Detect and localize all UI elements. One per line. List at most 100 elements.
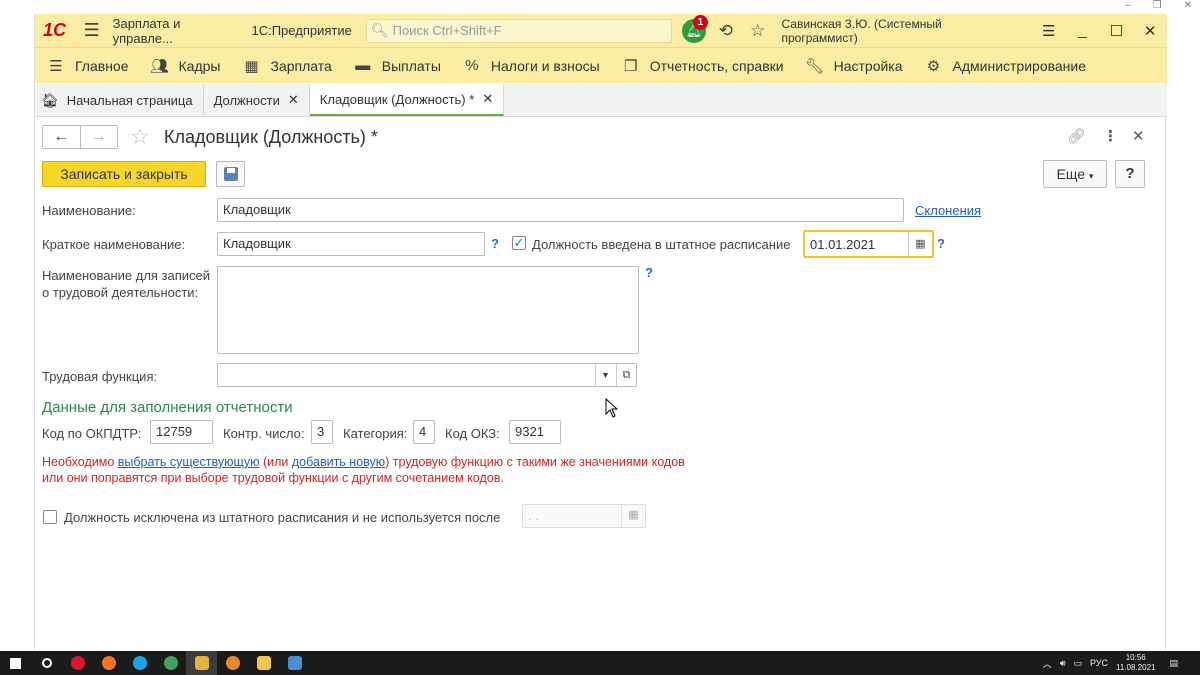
clock-date: 11.08.2021 [1116, 663, 1156, 672]
labor-record-label-line1: Наименование для записей [42, 268, 211, 283]
more-button[interactable]: Еще ▾ [1043, 160, 1107, 188]
clock[interactable]: 10:56 11.08.2021 [1116, 653, 1155, 673]
menu-label: Настройка [833, 57, 903, 74]
app-window: 1С ☰ Зарплата и управле... 1С:Предприяти… [34, 14, 1167, 650]
language-indicator[interactable]: РУС [1090, 658, 1108, 668]
help-button[interactable]: ? [1115, 160, 1145, 188]
warning-text: Необходимо [42, 455, 118, 469]
tab-home[interactable]: 🏠︎ Начальная страница [35, 84, 204, 116]
tab-positions[interactable]: Должности ✕ [204, 84, 310, 116]
platform-name: 1С:Предприятие [251, 23, 352, 38]
firefox-icon[interactable] [93, 651, 124, 675]
volume-icon[interactable]: 🔊︎ [1060, 658, 1066, 669]
short-name-field[interactable]: Кладовщик [217, 232, 485, 256]
current-user[interactable]: Савинская З.Ю. (Системный программист) [781, 17, 1019, 45]
short-name-label: Краткое наименование: [42, 237, 186, 252]
chrome-icon[interactable] [155, 651, 186, 675]
excluded-date-value: . . [528, 508, 539, 523]
section-menu: ☰ Главное 👥︎ Кадры ▦ Зарплата ▬ Выплаты % Нал… [35, 47, 1167, 83]
notifications-center-icon[interactable]: ▤ [1169, 658, 1178, 669]
labor-record-textarea[interactable] [217, 266, 639, 354]
tray-arrow-icon[interactable]: ︿ [1043, 657, 1052, 670]
save-and-close-button[interactable]: Записать и закрыть [42, 161, 206, 187]
hamburger-icon: ☰ [49, 57, 63, 75]
staffing-help-icon[interactable]: ? [937, 236, 945, 251]
staffing-date-field[interactable]: 01.01.2021 ▦ [803, 230, 934, 258]
forward-arrow-icon[interactable]: → [79, 126, 118, 148]
calendar-icon[interactable]: ▦ [621, 505, 645, 527]
search-icon[interactable] [31, 651, 62, 675]
close-window-icon[interactable]: ✕ [1133, 22, 1167, 40]
opera-icon[interactable] [62, 651, 93, 675]
chevron-down-icon: ▾ [1088, 171, 1094, 181]
close-form-icon[interactable]: ✕ [1132, 127, 1145, 145]
gear-icon: ⚙ [926, 57, 941, 75]
save-button[interactable] [216, 161, 245, 187]
select-existing-link[interactable]: выбрать существующую [118, 455, 260, 469]
okpdtr-field[interactable]: 12759 [150, 420, 213, 444]
settings-menu-icon[interactable]: ☰ [1032, 22, 1066, 40]
link-icon[interactable]: 🔗︎ [1067, 127, 1086, 145]
menu-item-main[interactable]: ☰ Главное [35, 48, 139, 84]
menu-item-settings[interactable]: 🔧︎ Настройка [794, 48, 913, 84]
menu-label: Администрирование [952, 57, 1087, 74]
calendar-icon[interactable]: ▦ [908, 232, 932, 256]
short-name-help-icon[interactable]: ? [491, 236, 499, 251]
home-icon: 🏠︎ [41, 91, 59, 108]
file-explorer-icon[interactable] [248, 651, 279, 675]
favorites-star-icon[interactable]: ☆ [742, 21, 774, 41]
outer-restore-icon[interactable]: ❐ [1153, 0, 1162, 11]
excluded-checkbox[interactable] [43, 510, 57, 524]
search-input[interactable]: 🔍︎ Поиск Ctrl+Shift+F [365, 18, 673, 43]
control-number-field[interactable]: 3 [311, 420, 333, 444]
close-tab-icon[interactable]: ✕ [482, 91, 493, 107]
back-arrow-icon[interactable]: ← [43, 126, 80, 148]
menu-item-personnel[interactable]: 👥︎ Кадры [139, 48, 231, 84]
media-app-icon[interactable] [186, 651, 217, 675]
category-label: Категория: [343, 426, 408, 441]
open-item-icon[interactable]: ⧉ [616, 364, 636, 386]
close-tab-icon[interactable]: ✕ [288, 92, 299, 108]
maximize-icon[interactable]: ☐ [1099, 22, 1133, 40]
okz-field[interactable]: 9321 [509, 420, 561, 444]
staffing-date-value: 01.01.2021 [810, 237, 876, 252]
network-icon[interactable]: ▭ [1073, 658, 1082, 669]
add-new-link[interactable]: добавить новую [292, 455, 385, 469]
staffing-label: Должность введена в штатное расписание [532, 237, 791, 252]
labor-record-help-icon[interactable]: ? [645, 265, 653, 280]
labor-function-field[interactable]: ▼ ⧉ [217, 363, 637, 387]
notifications-button[interactable]: 🔔︎ 1 [678, 14, 710, 43]
title-bar: 1С ☰ Зарплата и управле... 1С:Предприяти… [35, 14, 1167, 47]
menu-item-admin[interactable]: ⚙ Администрирование [913, 48, 1097, 84]
minimize-icon[interactable]: _ [1066, 22, 1100, 39]
main-menu-icon[interactable]: ☰ [77, 20, 107, 41]
name-field[interactable]: Кладовщик [217, 198, 904, 222]
tab-current[interactable]: Кладовщик (Должность) * ✕ [309, 84, 505, 116]
warning-text: (или [259, 455, 292, 469]
more-actions-icon[interactable]: ⋮ [1103, 127, 1118, 145]
clock-time: 10:56 [1125, 653, 1146, 662]
outer-minimize-icon[interactable]: – [1125, 0, 1131, 11]
app-icon[interactable] [217, 651, 248, 675]
skype-icon[interactable] [124, 651, 155, 675]
percent-icon: % [465, 57, 479, 74]
mouse-cursor-icon [605, 398, 619, 418]
menu-item-reports[interactable]: ❐ Отчетность, справки [610, 48, 794, 84]
more-label: Еще [1056, 166, 1086, 182]
menu-item-salary[interactable]: ▦ Зарплата [230, 48, 341, 84]
menu-item-taxes[interactable]: % Налоги и взносы [451, 48, 610, 84]
warning-text: ) трудовую функцию с такими же значениям… [385, 455, 685, 469]
windows-start-icon[interactable] [0, 651, 31, 675]
declensions-link[interactable]: Склонения [915, 203, 981, 218]
people-icon: 👥︎ [149, 57, 170, 75]
outer-close-icon[interactable]: ✕ [1184, 0, 1192, 11]
dropdown-arrow-icon[interactable]: ▼ [595, 364, 615, 386]
staffing-checkbox[interactable]: ✓ [512, 236, 526, 250]
calculator-icon: ▦ [244, 57, 259, 75]
favorite-star-icon[interactable]: ☆ [130, 124, 150, 150]
history-icon[interactable]: ⟲ [710, 21, 742, 41]
menu-item-payments[interactable]: ▬ Выплаты [342, 48, 451, 84]
excluded-date-field[interactable]: . . ▦ [522, 504, 646, 528]
category-field[interactable]: 4 [413, 420, 435, 444]
app-1c-icon[interactable] [279, 651, 310, 675]
